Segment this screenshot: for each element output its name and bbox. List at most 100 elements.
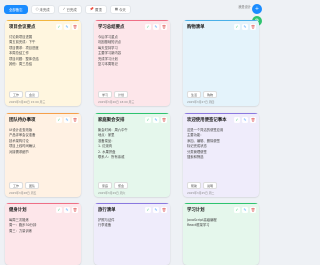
delete-icon: 🗑 — [72, 25, 78, 29]
note-title: 购物清单 — [187, 25, 205, 30]
complete-button[interactable]: ✓ — [56, 207, 62, 213]
tag-badge[interactable]: 帮助 — [187, 182, 202, 189]
delete-icon: 🗑 — [161, 208, 167, 212]
pin-icon: 📌 — [89, 7, 94, 11]
delete-button[interactable]: 🗑 — [72, 117, 78, 123]
note-actions: ✓ ✎ 🗑 — [56, 207, 78, 213]
note-title: 欢迎使用便签记事本 — [187, 118, 227, 123]
complete-button[interactable]: ✓ — [234, 24, 240, 30]
delete-button[interactable]: 🗑 — [161, 117, 167, 123]
note-body: JavaScript高级编程 React框架学习 — [187, 218, 255, 229]
tag-badge[interactable]: 会议 — [25, 91, 40, 98]
tag-label: 说明 — [207, 183, 214, 188]
delete-icon: 🗑 — [161, 25, 167, 29]
note-date: 2025年3月29日 周六 — [98, 191, 126, 195]
filter-pinned-button[interactable]: 📌 置顶 — [84, 4, 107, 14]
complete-icon: ✓ — [235, 25, 239, 29]
complete-icon: ✓ — [235, 118, 239, 122]
tag-badge[interactable]: 学习 — [98, 91, 113, 98]
delete-button[interactable]: 🗑 — [250, 24, 256, 30]
note-line: 联系人：所有亲戚 — [98, 155, 125, 160]
delete-icon: 🗑 — [250, 118, 256, 122]
edit-button[interactable]: ✎ — [242, 24, 248, 30]
delete-button[interactable]: 🗑 — [72, 24, 78, 30]
edit-button[interactable]: ✎ — [64, 117, 70, 123]
tag-badge[interactable]: 团队 — [25, 182, 40, 189]
note-title: 项目会议要点 — [9, 25, 36, 30]
note-card[interactable]: 学习总结要点 ✓ ✎ 🗑 今后学习重点 巩固基础知识点 每天坚持学习 主要学习新内容 完成学习计… — [94, 20, 170, 106]
tag-badge[interactable]: 购物 — [203, 91, 218, 98]
note-card[interactable]: 欢迎使用便签记事本 ✓ ✎ 🗑 这是一个简洁的便签应用 主要功能： 添加、编辑、删除便签 标记… — [183, 113, 259, 197]
note-actions: ✓ ✎ 🗑 — [234, 117, 256, 123]
complete-button[interactable]: ✓ — [145, 117, 151, 123]
note-tags: 家庭 聚会 — [98, 182, 129, 189]
filter-pinned-label: 置顶 — [94, 7, 102, 12]
calendar-icon: ▦ — [114, 7, 118, 11]
tag-badge[interactable]: 生活 — [187, 91, 202, 98]
note-tags: 学习 计划 — [98, 91, 129, 98]
delete-button[interactable]: 🗑 — [250, 117, 256, 123]
filter-done-button[interactable]: ✓ 已完成 — [57, 4, 82, 14]
delete-button[interactable]: 🗑 — [72, 207, 78, 213]
complete-button[interactable]: ✓ — [234, 117, 240, 123]
edit-button[interactable]: ✎ — [64, 24, 70, 30]
note-card[interactable]: 团队待办事项 ✓ ✎ 🗑 UI设计走查改版 产品评审会议准备 技术架构讨论 项目上线时间确认对… — [5, 113, 81, 197]
edit-button[interactable]: ✎ — [153, 117, 159, 123]
note-card[interactable]: 旅行清单 ✓ ✎ 🗑 护照与证件 行李准备 — [94, 203, 170, 265]
tag-badge[interactable]: 聚会 — [114, 182, 129, 189]
tag-badge[interactable]: 说明 — [203, 182, 218, 189]
tag-badge[interactable]: 工作 — [9, 182, 24, 189]
tag-label: 工作 — [13, 183, 20, 188]
toolbar-right-text: 我是设计 — [238, 5, 251, 9]
complete-button[interactable]: ✓ — [56, 117, 62, 123]
complete-icon: ✓ — [57, 25, 61, 29]
edit-button[interactable]: ✎ — [153, 207, 159, 213]
card-accent-bar — [183, 113, 259, 115]
delete-button[interactable]: 🗑 — [161, 207, 167, 213]
filter-today-button[interactable]: ▦ 今天 — [109, 4, 131, 14]
edit-button[interactable]: ✎ — [242, 207, 248, 213]
delete-button[interactable]: 🗑 — [250, 207, 256, 213]
filter-undone-button[interactable]: ○ 未完成 — [30, 4, 55, 14]
note-line: React框架学习 — [187, 223, 210, 228]
filter-all-button[interactable]: 全部备忘 — [4, 4, 28, 14]
edit-icon: ✎ — [243, 118, 247, 122]
note-date: 2025年3月26日 15:00 周三 — [9, 100, 46, 104]
edit-button[interactable]: ✎ — [64, 207, 70, 213]
delete-button[interactable]: 🗑 — [161, 24, 167, 30]
edit-button[interactable]: ✎ — [242, 117, 248, 123]
note-card[interactable]: 项目会议要点 ✓ ✎ 🗑 讨论新项目进展 周五前完成：下午 项目需求：项目进度 本周总结工作项… — [5, 20, 81, 106]
tag-label: 帮助 — [191, 183, 198, 188]
note-title: 健身计划 — [9, 208, 27, 213]
note-line: 对接需求细节 — [9, 149, 29, 154]
add-note-button[interactable]: + — [252, 4, 262, 14]
complete-button[interactable]: ✓ — [56, 24, 62, 30]
circle-icon: ○ — [35, 7, 39, 11]
note-actions: ✓ ✎ 🗑 — [56, 24, 78, 30]
complete-button[interactable]: ✓ — [145, 24, 151, 30]
note-card[interactable]: 健身计划 ✓ ✎ 🗑 每周三次锻炼 周一：跑步30分钟 周三：力量训练 — [5, 203, 81, 265]
note-card[interactable]: 购物清单 ✓ ✎ 🗑 生活 购物 2025年3月27日 周四 — [183, 20, 259, 106]
note-body: 护照与证件 行李准备 — [98, 218, 166, 229]
complete-icon: ✓ — [146, 25, 150, 29]
note-body: 这是一个简洁的便签应用 主要功能： 添加、编辑、删除便签 标记完成状态 分类管理便签 搜索… — [187, 128, 255, 160]
tag-label: 学习 — [102, 92, 109, 97]
filter-all-label: 全部备忘 — [9, 7, 23, 12]
note-tags: 帮助 说明 — [187, 182, 218, 189]
complete-button[interactable]: ✓ — [234, 207, 240, 213]
note-line: 复习本周笔记 — [98, 62, 118, 67]
note-card[interactable]: 学习计划 ✓ ✎ 🗑 JavaScript高级编程 React框架学习 — [183, 203, 259, 265]
tag-label: 工作 — [13, 92, 20, 97]
tag-badge[interactable]: 工作 — [9, 91, 24, 98]
edit-button[interactable]: ✎ — [153, 24, 159, 30]
card-accent-bar — [5, 203, 81, 205]
note-card[interactable]: 家庭聚会安排 ✓ ✎ 🗑 聚会时间：周六中午 地点：家里 准备菜品： 1. 红烧肉 2. 水果拼… — [94, 113, 170, 197]
tag-badge[interactable]: 计划 — [114, 91, 129, 98]
note-line: 周三：力量训练 — [9, 228, 33, 233]
delete-icon: 🗑 — [72, 208, 78, 212]
tag-badge[interactable]: 家庭 — [98, 182, 113, 189]
edit-icon: ✎ — [65, 25, 69, 29]
note-line: 其他：周三总结 — [9, 62, 33, 67]
note-actions: ✓ ✎ 🗑 — [234, 24, 256, 30]
complete-button[interactable]: ✓ — [145, 207, 151, 213]
